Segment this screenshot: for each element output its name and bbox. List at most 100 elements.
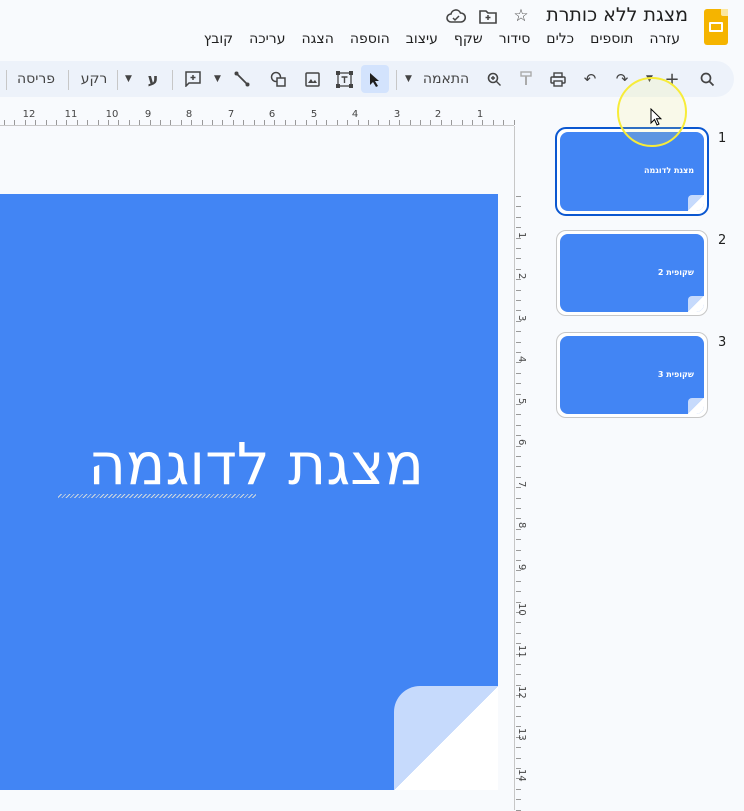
ruler-tick [98, 120, 99, 125]
toolbar-divider [172, 70, 173, 90]
page-curl-decoration [688, 398, 704, 414]
zoom-icon[interactable] [481, 65, 507, 93]
background-button[interactable]: רקע [76, 65, 112, 93]
ruler-tick [4, 120, 5, 125]
slide-thumbnail-2[interactable]: שקופית 2 [556, 230, 708, 316]
comment-icon[interactable] [180, 65, 206, 93]
slide-main[interactable]: מצגת לדוגמה [0, 194, 498, 790]
ruler-label: 4 [351, 109, 359, 120]
menu-file[interactable]: קובץ [196, 30, 241, 48]
ruler-tick [472, 120, 473, 125]
ruler-tick [516, 643, 521, 644]
ruler-tick [139, 120, 140, 125]
ruler-tick [516, 425, 521, 426]
move-folder-icon[interactable] [478, 6, 498, 26]
zoom-select[interactable]: התאמה [418, 65, 474, 93]
menu-edit[interactable]: עריכה [241, 30, 293, 48]
ruler-label: 12 [22, 109, 36, 120]
ruler-tick [202, 120, 203, 125]
ruler-tick [514, 120, 515, 125]
ruler-tick [285, 120, 286, 125]
ruler-tick [430, 120, 431, 125]
ruler-label: 3 [516, 315, 527, 322]
ruler-tick [222, 120, 223, 125]
ruler-label: 10 [105, 109, 119, 120]
ruler-label: 8 [185, 109, 193, 120]
print-icon[interactable] [545, 65, 571, 93]
slide-number: 1 [718, 131, 727, 146]
menu-insert[interactable]: הוספה [342, 30, 398, 48]
ruler-tick [306, 120, 307, 125]
menu-tools[interactable]: כלים [538, 30, 582, 48]
shape-icon[interactable] [265, 65, 291, 93]
ruler-tick [516, 664, 521, 665]
ruler-tick [516, 539, 521, 540]
ruler-label: 5 [310, 109, 318, 120]
ruler-tick [516, 498, 521, 499]
ruler-tick [326, 120, 327, 125]
ruler-tick [516, 456, 521, 457]
layout-button[interactable]: פריסה [12, 65, 60, 93]
menu-arrange[interactable]: סידור [491, 30, 539, 48]
ruler-tick [77, 120, 78, 125]
ruler-tick [516, 622, 521, 623]
ruler-tick [462, 120, 463, 125]
ruler-label: 3 [393, 109, 401, 120]
toolbar-divider [117, 70, 118, 90]
ruler-label: 1 [476, 109, 484, 120]
ruler-label: 7 [227, 109, 235, 120]
input-tools-dropdown-icon[interactable]: ▼ [125, 65, 132, 93]
star-icon[interactable]: ☆ [511, 6, 531, 26]
search-menus-icon[interactable] [694, 65, 720, 93]
ruler-tick [358, 120, 359, 125]
undo-icon[interactable]: ↶ [577, 65, 603, 93]
cloud-saved-icon[interactable] [446, 6, 466, 26]
ruler-tick [516, 581, 521, 582]
ruler-tick [516, 217, 521, 218]
zoom-dropdown-icon[interactable]: ▼ [405, 65, 412, 93]
ruler-tick [87, 120, 88, 125]
slide-title[interactable]: מצגת לדוגמה [88, 430, 424, 498]
ruler-label: 7 [516, 481, 527, 488]
ruler-tick [516, 799, 521, 800]
horizontal-ruler[interactable]: 12 11 10 9 8 7 6 5 4 3 2 1 [0, 107, 515, 126]
vertical-ruler[interactable]: 1 2 3 4 5 6 7 8 9 10 11 12 13 14 [514, 126, 534, 811]
ruler-tick [14, 120, 15, 125]
ruler-tick [25, 120, 26, 125]
page-curl-decoration [688, 296, 704, 312]
ruler-tick [56, 120, 57, 125]
ruler-tick [516, 373, 521, 374]
slide-thumbnail-3[interactable]: שקופית 3 [556, 332, 708, 418]
select-tool-icon[interactable] [361, 65, 389, 93]
image-icon[interactable] [299, 65, 325, 93]
ruler-label: 8 [516, 522, 527, 529]
text-box-icon[interactable] [331, 65, 357, 93]
input-tools-icon[interactable]: ע [142, 65, 164, 93]
ruler-tick [516, 716, 521, 717]
menu-slide[interactable]: שקף [446, 30, 491, 48]
thumbnail-title: שקופית 3 [657, 370, 694, 379]
paint-format-icon[interactable] [513, 65, 539, 93]
ruler-label: 13 [516, 728, 527, 741]
menu-extensions[interactable]: תוספים [582, 30, 641, 48]
ruler-tick [150, 120, 151, 125]
menu-format[interactable]: עיצוב [398, 30, 446, 48]
ruler-tick [516, 248, 521, 249]
ruler-tick [243, 120, 244, 125]
ruler-tick [516, 789, 521, 790]
ruler-tick [482, 120, 483, 125]
ruler-tick [295, 120, 296, 125]
ruler-label: 2 [516, 273, 527, 280]
document-title[interactable]: מצגת ללא כותרת [546, 4, 688, 26]
ruler-tick [516, 414, 521, 415]
line-icon[interactable] [229, 65, 255, 93]
ruler-label: 9 [144, 109, 152, 120]
ruler-tick [441, 120, 442, 125]
line-dropdown-icon[interactable]: ▼ [214, 65, 221, 93]
slides-logo[interactable] [704, 9, 728, 45]
menu-help[interactable]: עזרה [641, 30, 688, 48]
menu-view[interactable]: הצגה [293, 30, 341, 48]
ruler-tick [516, 518, 521, 519]
ruler-tick [347, 120, 348, 125]
ruler-tick [118, 120, 119, 125]
